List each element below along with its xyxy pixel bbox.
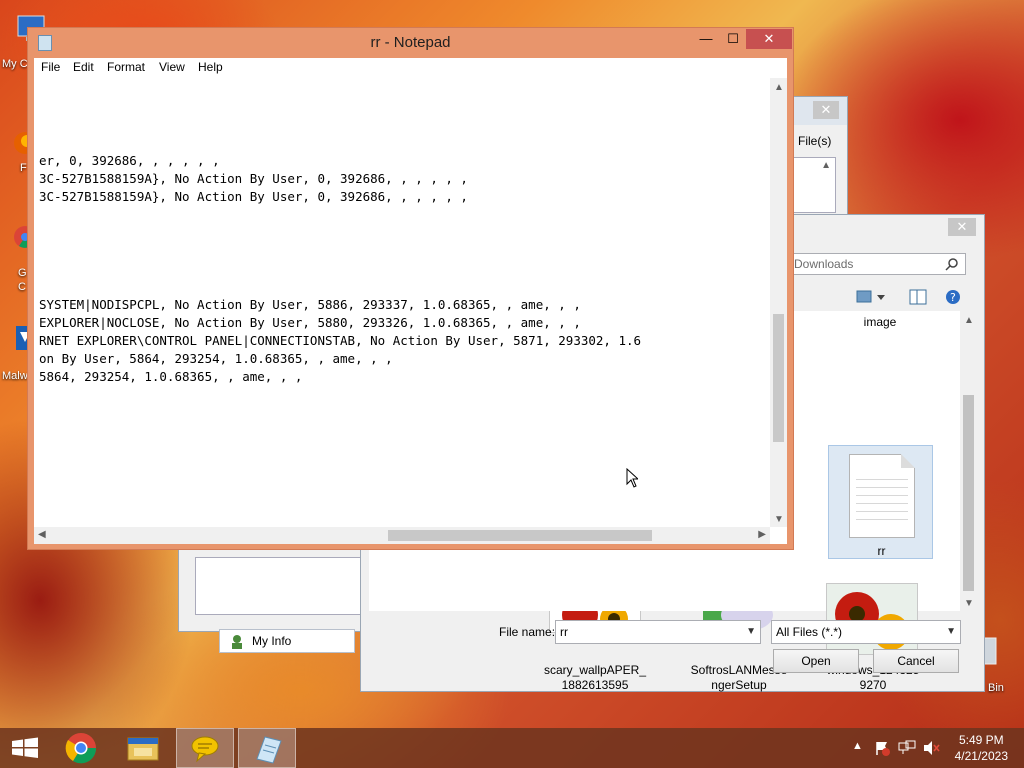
help-icon[interactable]: ? [945,289,963,305]
vertical-scroll-thumb[interactable] [773,314,784,442]
chrome-icon [65,733,97,764]
clock-time: 5:49 PM [958,733,1004,747]
user-icon [230,634,246,650]
open-button[interactable]: Open [773,649,859,673]
start-icon [12,737,38,758]
scroll-left-icon[interactable]: ◀ [38,529,46,540]
file-item-label: rr [877,544,886,558]
menu-view[interactable]: View [159,60,185,74]
file-item-label[interactable]: image [845,315,915,330]
file-name-value: rr [560,625,568,639]
desktop-label-malwarebytes: Malw [2,370,28,382]
action-center-flag-icon[interactable] [874,740,890,759]
search-input[interactable]: ch Downloads [771,253,966,275]
desktop-label-firefox: F [20,162,27,174]
horizontal-scroll-thumb[interactable] [388,530,652,541]
maximize-button[interactable]: ☐ [720,29,746,49]
chevron-down-icon[interactable]: ▼ [746,621,756,643]
scroll-right-icon[interactable]: ▶ [758,529,766,540]
files-count-label: l File(s) [792,134,832,148]
vertical-scrollbar[interactable]: ▲ ▼ [770,78,787,527]
chevron-down-icon[interactable]: ▼ [946,621,956,643]
scroll-up-icon[interactable]: ▲ [774,82,784,93]
scroll-down-icon[interactable]: ▼ [774,514,784,525]
taskbar-notepad[interactable] [238,728,296,768]
show-hidden-icons-icon[interactable]: ▲ [852,740,863,752]
text-line: EXPLORER|NOCLOSE, No Action By User, 588… [39,315,581,330]
taskbar: ▲ 5:49 PM 4/21/2023 [0,728,1024,768]
taskbar-file-explorer[interactable] [114,728,172,768]
minimize-button[interactable]: — [692,29,720,49]
start-button[interactable] [0,728,58,768]
preview-pane-icon[interactable] [909,289,927,305]
taskbar-chat[interactable] [176,728,234,768]
open-dialog-close-button[interactable]: ✕ [948,218,976,236]
text-line: on By User, 5864, 293254, 1.0.68365, , a… [39,351,393,366]
clock-date: 4/21/2023 [954,749,1008,763]
file-item-rr[interactable]: rr [828,445,933,559]
text-file-icon [849,454,915,538]
menu-help[interactable]: Help [198,60,223,74]
scroll-up-icon[interactable]: ▲ [964,315,974,326]
text-line: RNET EXPLORER\CONTROL PANEL|CONNECTIONST… [39,333,642,348]
text-line: 3C-527B1588159A}, No Action By User, 0, … [39,189,468,204]
my-info-button[interactable]: My Info [219,629,355,653]
text-line: SYSTEM|NODISPCPL, No Action By User, 588… [39,297,581,312]
text-line: 5864, 293254, 1.0.68365, , ame, , , [39,369,303,384]
file-item-label[interactable]: scary_wallpAPER_ 1882613595 [539,663,651,693]
file-explorer-icon [127,737,159,761]
file-pane-scroll-thumb[interactable] [963,395,974,591]
menu-file[interactable]: File [41,60,60,74]
window-title: rr - Notepad [370,34,451,51]
text-editor[interactable]: er, 0, 392686, , , , , , 3C-527B1588159A… [34,78,787,544]
desktop-label-recycle-bin: Bin [988,682,1004,694]
search-icon[interactable] [945,257,959,271]
file-type-select[interactable]: All Files (*.*) ▼ [771,620,961,644]
scroll-up-icon[interactable]: ▲ [821,160,831,171]
file-type-value: All Files (*.*) [776,625,843,639]
background-dialog-close-button[interactable]: ✕ [813,101,839,119]
svg-text:?: ? [950,291,956,304]
text-line: 3C-527B1588159A}, No Action By User, 0, … [39,171,468,186]
notepad-window: rr - Notepad — ☐ ✕ File Edit Format View… [27,27,794,550]
files-list[interactable]: ▲ [790,157,836,213]
change-view-icon[interactable] [855,289,885,305]
message-box[interactable] [195,557,361,615]
menu-format[interactable]: Format [107,60,145,74]
my-info-label: My Info [252,634,292,648]
taskbar-chrome[interactable] [52,728,110,768]
horizontal-scrollbar[interactable]: ◀ ▶ [34,527,770,544]
menu-edit[interactable]: Edit [73,60,94,74]
network-icon[interactable] [898,740,916,759]
image-thumbnail[interactable] [826,583,918,655]
desktop-label-chrome: G C [18,267,27,293]
text-line: er, 0, 392686, , , , , , [39,153,220,168]
scroll-down-icon[interactable]: ▼ [964,598,974,609]
menu-bar: File Edit Format View Help [34,58,787,78]
file-name-input[interactable]: rr ▼ [555,620,761,644]
cancel-button[interactable]: Cancel [873,649,959,673]
file-name-label: File name: [499,625,556,639]
close-button[interactable]: ✕ [746,29,792,49]
clock[interactable]: 5:49 PM 4/21/2023 [955,732,1008,764]
notepad-icon [256,736,282,764]
mouse-cursor-icon [626,468,638,488]
volume-muted-icon[interactable] [922,740,940,759]
notepad-titlebar[interactable]: rr - Notepad — ☐ ✕ [28,28,793,58]
chat-icon [191,736,219,763]
desktop-label-computer: My C [2,58,28,70]
